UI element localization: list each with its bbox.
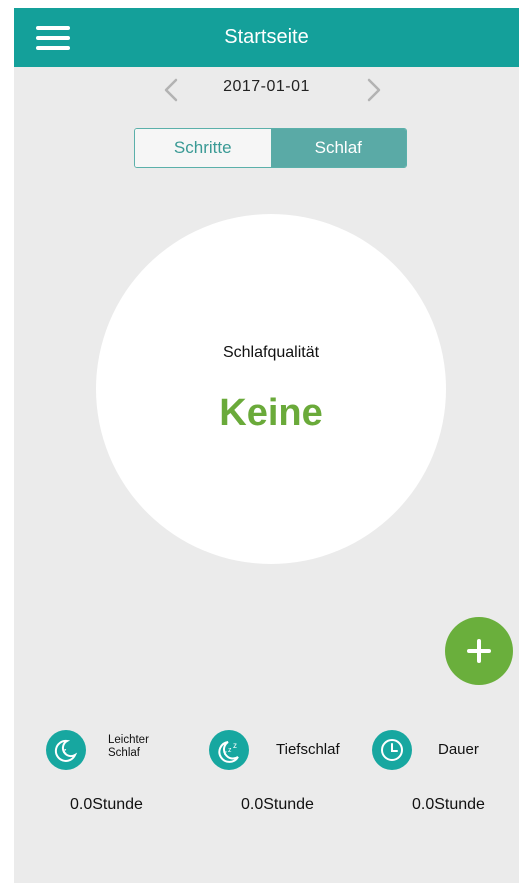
current-date: 2017-01-01 xyxy=(223,78,310,95)
tab-schlaf[interactable]: Schlaf xyxy=(270,129,406,167)
stat-label-dauer: Dauer xyxy=(438,741,479,758)
stat-value-dauer: 0.0Stunde xyxy=(412,796,485,813)
app-header: Startseite xyxy=(14,8,519,67)
date-navigator: 2017-01-01 xyxy=(14,67,519,111)
sleep-quality-circle: Schlafqualität Keine xyxy=(96,214,446,564)
moon-icon: z xyxy=(46,730,86,770)
clock-icon xyxy=(372,730,412,770)
sleep-quality-value: Keine xyxy=(219,392,323,434)
svg-text:z: z xyxy=(228,747,232,754)
svg-text:z: z xyxy=(63,748,67,755)
page-title: Startseite xyxy=(224,26,309,48)
svg-text:z: z xyxy=(224,751,227,757)
svg-text:z: z xyxy=(233,741,237,750)
stat-label-line2: Schlaf xyxy=(108,747,140,759)
stat-value-tiefschlaf: 0.0Stunde xyxy=(241,796,314,813)
tab-schritte[interactable]: Schritte xyxy=(135,129,271,167)
chevron-right-icon[interactable] xyxy=(364,78,384,102)
sleep-quality-label: Schlafqualität xyxy=(222,344,320,361)
stat-label-leichter-schlaf: Leichter Schlaf xyxy=(108,734,149,760)
app-screen: Startseite 2017-01-01 Schritte Schlaf Sc… xyxy=(14,8,519,883)
moon-zzz-icon: z z z xyxy=(209,730,249,770)
stat-label-tiefschlaf: Tiefschlaf xyxy=(276,741,340,758)
stat-value-leichter-schlaf: 0.0Stunde xyxy=(70,796,143,813)
mode-toggle: Schritte Schlaf xyxy=(134,128,407,168)
add-button[interactable] xyxy=(445,617,513,685)
stat-label-line1: Leichter xyxy=(108,734,149,746)
